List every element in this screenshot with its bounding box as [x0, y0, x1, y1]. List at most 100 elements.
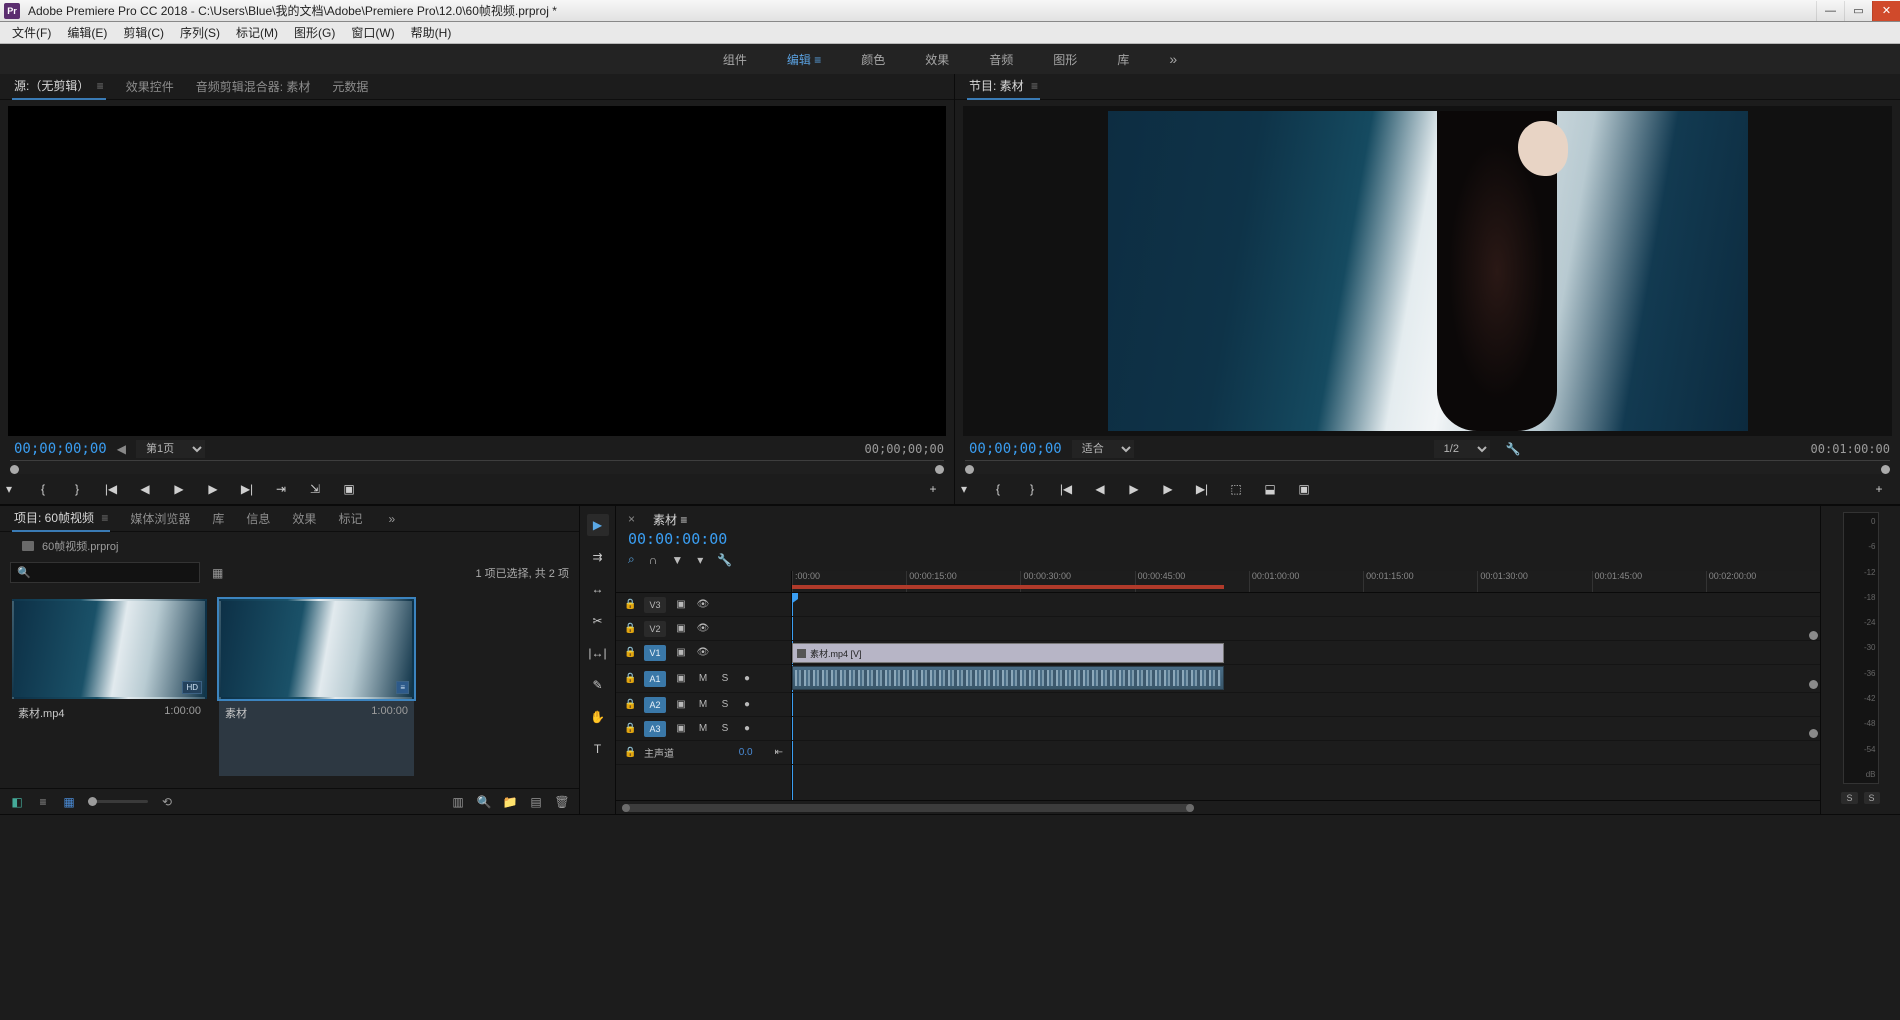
insert-icon[interactable]: ⇥: [272, 480, 290, 498]
source-ruler[interactable]: [10, 460, 944, 474]
write-toggle-icon[interactable]: ◧: [10, 795, 24, 809]
track-master[interactable]: 🔒主声道0.0⇤: [616, 741, 791, 765]
solo-icon[interactable]: S: [718, 673, 732, 684]
master-level[interactable]: 0.0: [739, 747, 753, 758]
marker-icon[interactable]: ▾: [955, 480, 973, 498]
fx-icon[interactable]: ▣: [674, 673, 688, 684]
delete-icon[interactable]: 🗑: [555, 795, 569, 809]
add-marker-icon[interactable]: ▼: [671, 553, 683, 567]
goto-out-icon[interactable]: ▶|: [238, 480, 256, 498]
maximize-button[interactable]: ▭: [1844, 1, 1872, 21]
overwrite-icon[interactable]: ⇲: [306, 480, 324, 498]
lock-icon[interactable]: 🔒: [624, 623, 636, 634]
menu-window[interactable]: 窗口(W): [343, 22, 402, 43]
source-timecode-in[interactable]: 00;00;00;00: [14, 441, 107, 457]
ws-graphics[interactable]: 图形: [1047, 47, 1083, 72]
fx-icon[interactable]: ▣: [674, 699, 688, 710]
ws-assembly[interactable]: 组件: [717, 47, 753, 72]
ws-color[interactable]: 颜色: [855, 47, 891, 72]
lock-icon[interactable]: 🔒: [624, 723, 636, 734]
program-fit-select[interactable]: 适合: [1072, 440, 1134, 458]
goto-in-icon[interactable]: |◀: [1057, 480, 1075, 498]
tab-info[interactable]: 信息: [244, 506, 272, 531]
ws-overflow[interactable]: »: [1163, 47, 1183, 71]
eye-icon[interactable]: 👁: [696, 647, 710, 658]
in-point-icon[interactable]: {: [989, 480, 1007, 498]
audio-clip[interactable]: [792, 666, 1224, 690]
step-back-icon[interactable]: ◀: [1091, 480, 1109, 498]
type-tool[interactable]: T: [587, 738, 609, 760]
goto-out-icon[interactable]: ▶|: [1193, 480, 1211, 498]
track-v3[interactable]: 🔒V3▣👁: [616, 593, 791, 617]
program-zoom-select[interactable]: 1/2: [1434, 440, 1490, 458]
timeline-timecode[interactable]: 00:00:00:00: [616, 530, 1820, 550]
program-timecode[interactable]: 00;00;00;00: [969, 441, 1062, 457]
hand-tool[interactable]: ✋: [587, 706, 609, 728]
mute-icon[interactable]: M: [696, 673, 710, 684]
export-frame-icon[interactable]: ▣: [340, 480, 358, 498]
new-item-icon[interactable]: ▤: [529, 795, 543, 809]
video-clip[interactable]: 素材.mp4 [V]: [792, 643, 1224, 663]
tab-audio-mixer[interactable]: 音频剪辑混合器: 素材: [194, 74, 313, 99]
panel-menu-icon[interactable]: ≡: [93, 79, 103, 93]
timeline-ruler[interactable]: :00:0000:00:15:0000:00:30:0000:00:45:000…: [792, 571, 1820, 593]
fx-icon[interactable]: ▣: [674, 623, 688, 634]
rec-icon[interactable]: ●: [740, 699, 754, 710]
timeline-settings-icon[interactable]: ▾: [697, 553, 703, 567]
track-a3[interactable]: 🔒A3▣MS●: [616, 717, 791, 741]
ws-editing[interactable]: 编辑: [781, 47, 827, 72]
tab-effect-controls[interactable]: 效果控件: [124, 74, 176, 99]
tab-effects[interactable]: 效果: [290, 506, 318, 531]
find-icon[interactable]: 🔍: [477, 795, 491, 809]
in-point-icon[interactable]: {: [34, 480, 52, 498]
lock-icon[interactable]: 🔒: [624, 647, 636, 658]
program-viewer[interactable]: [963, 106, 1892, 436]
track-select-tool[interactable]: ⇉: [587, 546, 609, 568]
program-ruler[interactable]: [965, 460, 1890, 474]
snap-icon[interactable]: ⌕: [628, 552, 635, 567]
export-frame-icon[interactable]: ▣: [1295, 480, 1313, 498]
ws-effects[interactable]: 效果: [919, 47, 955, 72]
mute-icon[interactable]: M: [696, 699, 710, 710]
out-point-icon[interactable]: }: [68, 480, 86, 498]
automate-icon[interactable]: ▥: [451, 795, 465, 809]
tab-source[interactable]: 源:（无剪辑） ≡: [12, 73, 106, 100]
marker-icon[interactable]: ▾: [0, 480, 18, 498]
tab-program[interactable]: 节目: 素材 ≡: [967, 73, 1040, 100]
track-a2[interactable]: 🔒A2▣MS●: [616, 693, 791, 717]
slip-tool[interactable]: |↔|: [587, 642, 609, 664]
solo-right[interactable]: S: [1864, 792, 1880, 804]
lift-icon[interactable]: ⬚: [1227, 480, 1245, 498]
thumb-size-slider[interactable]: [88, 800, 148, 803]
new-bin-icon[interactable]: 📁: [503, 795, 517, 809]
button-editor-icon[interactable]: +: [1870, 480, 1888, 498]
solo-left[interactable]: S: [1841, 792, 1857, 804]
menu-graphics[interactable]: 图形(G): [286, 22, 343, 43]
close-tab-icon[interactable]: ×: [628, 512, 635, 526]
step-back-icon[interactable]: ◀: [136, 480, 154, 498]
project-item[interactable]: HD 素材.mp4 1:00:00: [12, 599, 207, 776]
menu-marker[interactable]: 标记(M): [228, 22, 286, 43]
menu-clip[interactable]: 剪辑(C): [115, 22, 172, 43]
sort-icon[interactable]: ⟲: [160, 795, 174, 809]
lock-icon[interactable]: 🔒: [624, 673, 636, 684]
source-page-select[interactable]: 第1页: [136, 440, 205, 458]
fx-icon[interactable]: ▣: [674, 647, 688, 658]
ws-audio[interactable]: 音频: [983, 47, 1019, 72]
menu-sequence[interactable]: 序列(S): [172, 22, 228, 43]
fx-icon[interactable]: ▣: [674, 723, 688, 734]
mute-icon[interactable]: M: [696, 723, 710, 734]
timeline-scrollbar[interactable]: [616, 800, 1820, 814]
tab-metadata[interactable]: 元数据: [330, 74, 370, 99]
lock-icon[interactable]: 🔒: [624, 747, 636, 758]
track-v2[interactable]: 🔒V2▣👁: [616, 617, 791, 641]
button-editor-icon[interactable]: +: [924, 480, 942, 498]
step-fwd-icon[interactable]: ▶: [1159, 480, 1177, 498]
list-view-icon[interactable]: ≡: [36, 795, 50, 809]
tabs-overflow[interactable]: »: [388, 512, 395, 526]
ws-libraries[interactable]: 库: [1111, 47, 1135, 72]
v-zoom-knob[interactable]: [1809, 729, 1818, 738]
step-fwd-icon[interactable]: ▶: [204, 480, 222, 498]
track-v1[interactable]: 🔒V1▣👁: [616, 641, 791, 665]
icon-view-icon[interactable]: ▦: [62, 795, 76, 809]
